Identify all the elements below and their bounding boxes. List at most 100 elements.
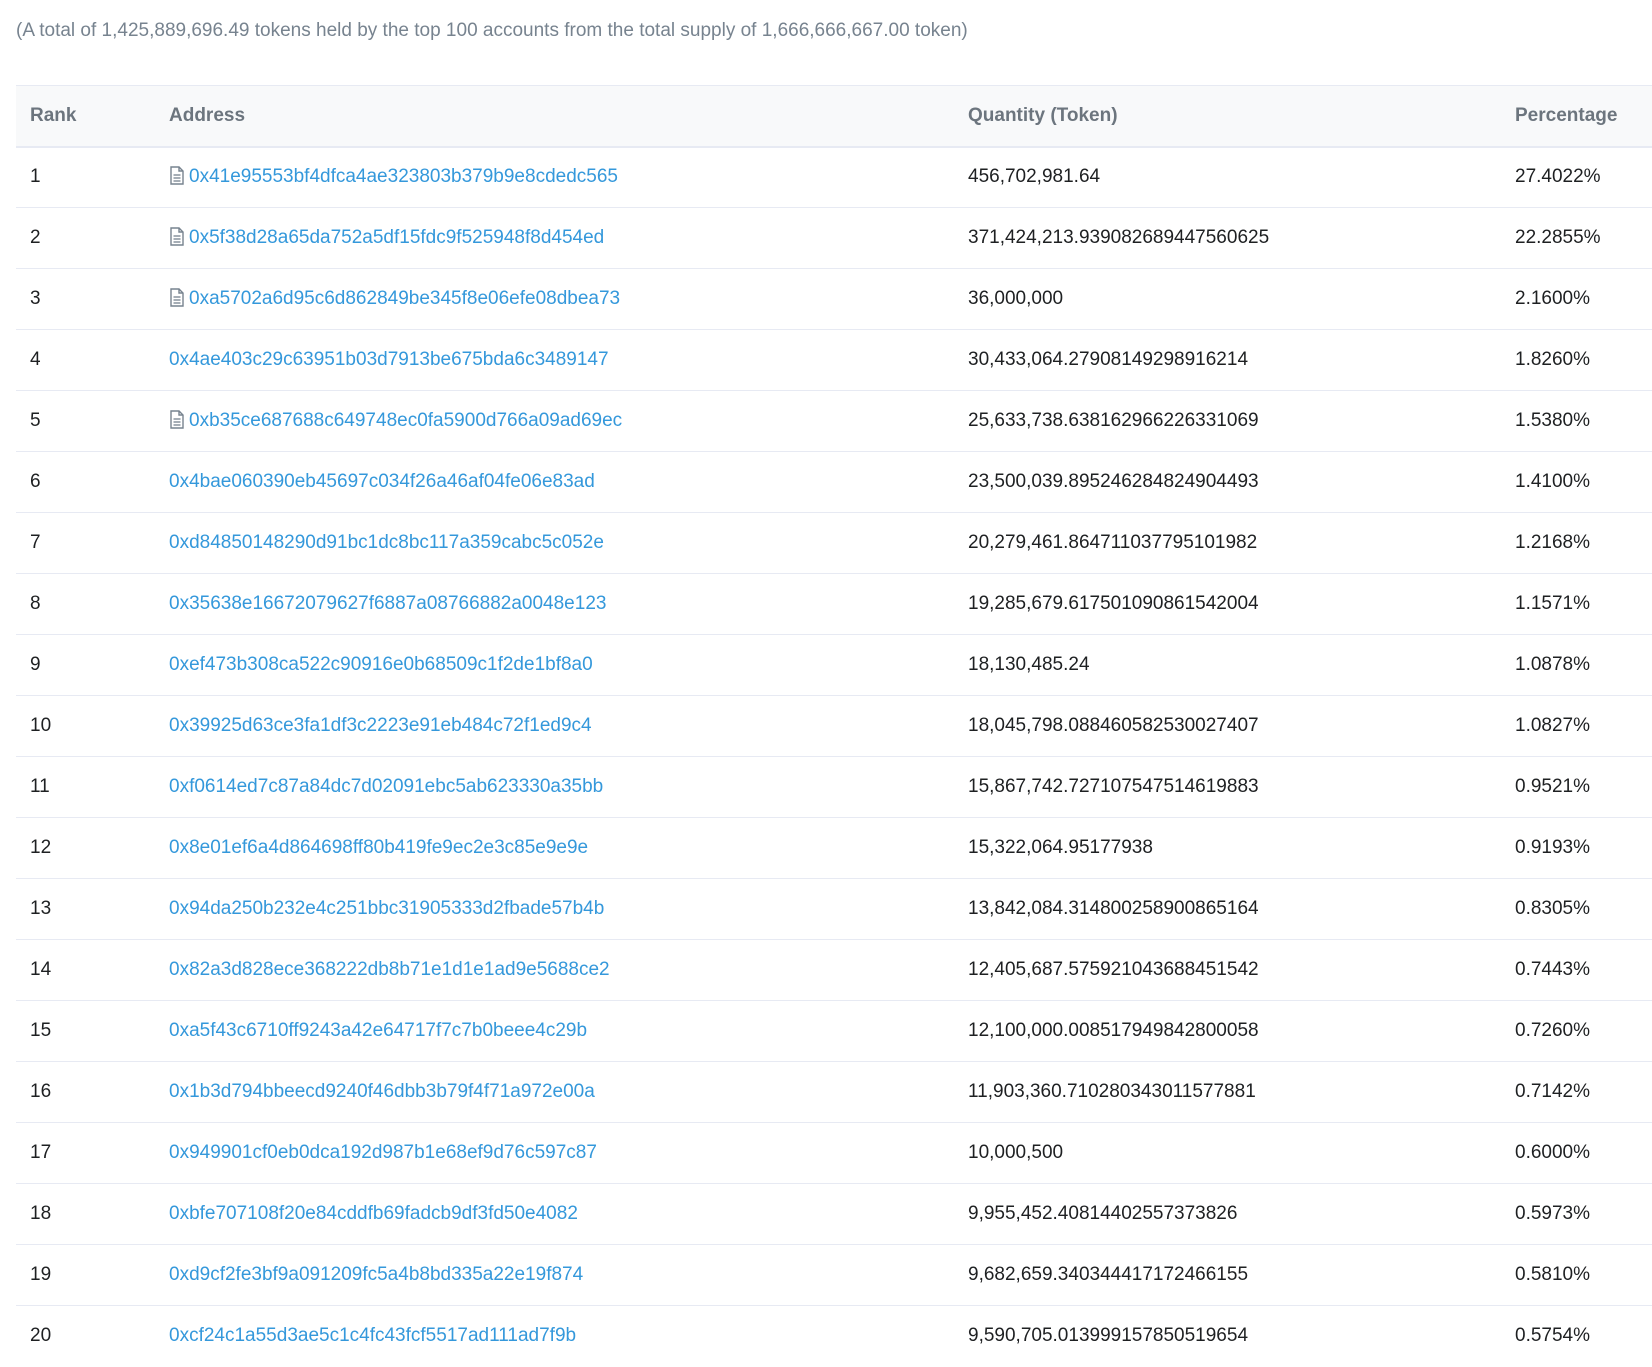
quantity-cell: 15,322,064.95177938 <box>952 817 1499 879</box>
rank-cell: 1 <box>16 146 153 208</box>
percentage-cell: 1.0878% <box>1499 634 1652 696</box>
file-document-icon <box>169 288 185 307</box>
file-document-icon <box>169 166 185 185</box>
table-row: 18 0xbfe707108f20e84cddfb69fadcb9df3fd50e… <box>16 1183 1652 1245</box>
rank-cell: 3 <box>16 268 153 330</box>
table-row: 13 0x94da250b232e4c251bbc31905333d2fbade5… <box>16 878 1652 940</box>
address-cell: 0xb35ce687688c649748ec0fa5900d766a09ad69… <box>153 390 952 452</box>
quantity-cell: 12,405,687.575921043688451542 <box>952 939 1499 1001</box>
percentage-cell: 0.5754% <box>1515 1325 1591 1347</box>
header-row: Rank Address Quantity (Token) Percentage <box>16 85 1652 148</box>
address-cell: 0xcf24c1a55d3ae5c1c4fc43fcf5517ad111ad7f… <box>153 1306 952 1367</box>
address-cell: 0x5f38d28a65da752a5df15fdc9f525948f8d454… <box>153 207 952 269</box>
rank-cell: 11 <box>16 756 153 818</box>
rank-cell: 8 <box>16 573 153 635</box>
table-row: 11 0xf0614ed7c87a84dc7d02091ebc5ab623330a… <box>16 756 1652 818</box>
holders-table-body: 1 0x41e95553bf4dfca4ae323803b379b9e8cdedc… <box>16 146 1652 1367</box>
quantity-cell: 10,000,500 <box>952 1122 1499 1184</box>
address-link[interactable]: 0xf0614ed7c87a84dc7d02091ebc5ab623330a35… <box>169 776 603 797</box>
quantity-cell: 371,424,213.939082689447560625 <box>952 207 1499 269</box>
quantity-cell: 9,682,659.340344417172466155 <box>952 1244 1499 1306</box>
percentage-cell: 0.5810% <box>1499 1244 1652 1306</box>
rank-cell: 12 <box>16 817 153 879</box>
table-row: 12 0x8e01ef6a4d864698ff80b419fe9ec2e3c85e… <box>16 817 1652 879</box>
address-link[interactable]: 0xd84850148290d91bc1dc8bc117a359cabc5c05… <box>169 532 604 553</box>
rank-cell: 14 <box>16 939 153 1001</box>
table-row: 19 0xd9cf2fe3bf9a091209fc5a4b8bd335a22e19… <box>16 1244 1652 1306</box>
percentage-cell: 0.7142% <box>1499 1061 1652 1123</box>
address-link[interactable]: 0x82a3d828ece368222db8b71e1d1e1ad9e5688c… <box>169 959 610 980</box>
address-link[interactable]: 0xbfe707108f20e84cddfb69fadcb9df3fd50e40… <box>169 1203 578 1224</box>
address-link[interactable]: 0xa5f43c6710ff9243a42e64717f7c7b0beee4c2… <box>169 1020 587 1041</box>
address-cell: 0xd9cf2fe3bf9a091209fc5a4b8bd335a22e19f8… <box>153 1244 952 1306</box>
quantity-cell: 9,955,452.40814402557373826 <box>952 1183 1499 1245</box>
address-cell: 0xa5702a6d95c6d862849be345f8e06efe08dbea… <box>153 268 952 330</box>
quantity-cell: 30,433,064.27908149298916214 <box>952 329 1499 391</box>
address-link[interactable]: 0xa5702a6d95c6d862849be345f8e06efe08dbea… <box>189 288 620 309</box>
column-header-rank: Rank <box>16 85 153 148</box>
percentage-cell: 1.0827% <box>1499 695 1652 757</box>
quantity-cell: 9,590,705.013999157850519654 <box>968 1325 1249 1347</box>
quantity-cell: 18,045,798.088460582530027407 <box>952 695 1499 757</box>
percentage-cell: 1.5380% <box>1499 390 1652 452</box>
holders-table-header: Rank Address Quantity (Token) Percentage <box>16 85 1652 148</box>
quantity-cell: 25,633,738.638162966226331069 <box>952 390 1499 452</box>
table-row: 3 0xa5702a6d95c6d862849be345f8e06efe08dbe… <box>16 268 1652 330</box>
table-row: 17 0x949901cf0eb0dca192d987b1e68ef9d76c59… <box>16 1122 1652 1184</box>
rank-cell: 4 <box>16 329 153 391</box>
rank-cell: 15 <box>16 1000 153 1062</box>
quantity-cell: 13,842,084.314800258900865164 <box>952 878 1499 940</box>
table-row: 2 0x5f38d28a65da752a5df15fdc9f525948f8d45… <box>16 207 1652 269</box>
percentage-cell: 0.7260% <box>1499 1000 1652 1062</box>
address-link[interactable]: 0xb35ce687688c649748ec0fa5900d766a09ad69… <box>189 410 622 431</box>
address-link[interactable]: 0xcf24c1a55d3ae5c1c4fc43fcf5517ad111ad7f… <box>169 1325 576 1346</box>
percentage-cell: 0.7443% <box>1499 939 1652 1001</box>
address-link[interactable]: 0x94da250b232e4c251bbc31905333d2fbade57b… <box>169 898 604 919</box>
percentage-cell: 1.4100% <box>1499 451 1652 513</box>
file-document-icon <box>169 410 185 429</box>
address-link[interactable]: 0x8e01ef6a4d864698ff80b419fe9ec2e3c85e9e… <box>169 837 588 858</box>
address-cell: 0x4ae403c29c63951b03d7913be675bda6c34891… <box>153 329 952 391</box>
address-cell: 0x41e95553bf4dfca4ae323803b379b9e8cdedc5… <box>153 146 952 208</box>
address-cell: 0xbfe707108f20e84cddfb69fadcb9df3fd50e40… <box>153 1183 952 1245</box>
holders-table: Rank Address Quantity (Token) Percentage… <box>16 85 1652 1367</box>
table-row: 7 0xd84850148290d91bc1dc8bc117a359cabc5c0… <box>16 512 1652 574</box>
percentage-cell: 2.1600% <box>1499 268 1652 330</box>
table-row: 14 0x82a3d828ece368222db8b71e1d1e1ad9e568… <box>16 939 1652 1001</box>
table-row: 9 0xef473b308ca522c90916e0b68509c1f2de1bf… <box>16 634 1652 696</box>
column-header-percentage: Percentage <box>1499 85 1652 148</box>
address-link[interactable]: 0x41e95553bf4dfca4ae323803b379b9e8cdedc5… <box>189 166 618 187</box>
address-cell: 0x8e01ef6a4d864698ff80b419fe9ec2e3c85e9e… <box>153 817 952 879</box>
rank-cell: 16 <box>16 1061 153 1123</box>
table-row: 6 0x4bae060390eb45697c034f26a46af04fe06e8… <box>16 451 1652 513</box>
table-row: 5 0xb35ce687688c649748ec0fa5900d766a09ad6… <box>16 390 1652 452</box>
percentage-cell: 27.4022% <box>1499 146 1652 208</box>
rank-cell: 13 <box>16 878 153 940</box>
address-link[interactable]: 0xd9cf2fe3bf9a091209fc5a4b8bd335a22e19f8… <box>169 1264 583 1285</box>
quantity-cell: 18,130,485.24 <box>952 634 1499 696</box>
quantity-cell: 36,000,000 <box>952 268 1499 330</box>
address-link[interactable]: 0x35638e16672079627f6887a08766882a0048e1… <box>169 593 606 614</box>
quantity-cell: 11,903,360.710280343011577881 <box>952 1061 1499 1123</box>
address-link[interactable]: 0x949901cf0eb0dca192d987b1e68ef9d76c597c… <box>169 1142 597 1163</box>
quantity-cell: 456,702,981.64 <box>952 146 1499 208</box>
rank-cell: 17 <box>16 1122 153 1184</box>
address-cell: 0x1b3d794bbeecd9240f46dbb3b79f4f71a972e0… <box>153 1061 952 1123</box>
address-link[interactable]: 0x39925d63ce3fa1df3c2223e91eb484c72f1ed9… <box>169 715 592 736</box>
percentage-cell: 1.1571% <box>1499 573 1652 635</box>
address-cell: 0x949901cf0eb0dca192d987b1e68ef9d76c597c… <box>153 1122 952 1184</box>
rank-cell: 20 <box>30 1325 52 1347</box>
address-cell: 0x35638e16672079627f6887a08766882a0048e1… <box>153 573 952 635</box>
address-link[interactable]: 0xef473b308ca522c90916e0b68509c1f2de1bf8… <box>169 654 593 675</box>
address-cell: 0x82a3d828ece368222db8b71e1d1e1ad9e5688c… <box>153 939 952 1001</box>
address-link[interactable]: 0x4ae403c29c63951b03d7913be675bda6c34891… <box>169 349 609 370</box>
percentage-cell: 1.2168% <box>1499 512 1652 574</box>
rank-cell: 19 <box>16 1244 153 1306</box>
address-link[interactable]: 0x5f38d28a65da752a5df15fdc9f525948f8d454… <box>189 227 604 248</box>
rank-cell: 2 <box>16 207 153 269</box>
quantity-cell: 20,279,461.864711037795101982 <box>952 512 1499 574</box>
address-link[interactable]: 0x4bae060390eb45697c034f26a46af04fe06e83… <box>169 471 595 492</box>
address-link[interactable]: 0x1b3d794bbeecd9240f46dbb3b79f4f71a972e0… <box>169 1081 595 1102</box>
file-document-icon <box>169 227 185 246</box>
address-cell: 0xa5f43c6710ff9243a42e64717f7c7b0beee4c2… <box>153 1000 952 1062</box>
